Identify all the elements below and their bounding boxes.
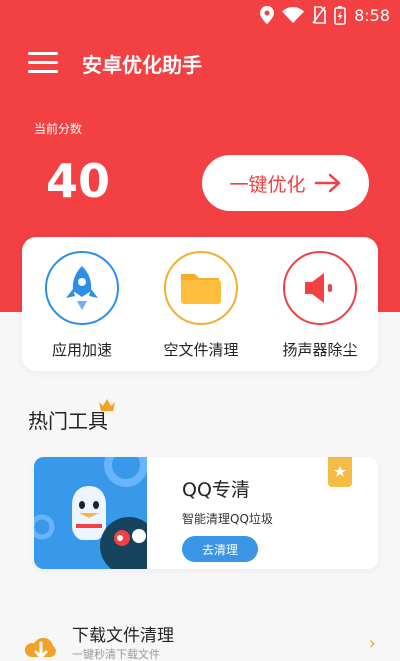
go-clean-button[interactable]: 去清理 xyxy=(182,536,258,562)
qq-clean-illustration xyxy=(34,457,147,569)
download-clean-subtitle: 一键秒清下载文件 xyxy=(72,648,160,661)
hot-tools-title: 热门工具 xyxy=(28,409,108,433)
star-badge-icon xyxy=(328,457,352,487)
download-clean-title: 下载文件清理 xyxy=(72,626,174,646)
status-icons: 8:58 xyxy=(260,5,390,25)
qq-clean-title: QQ专清 xyxy=(182,479,250,501)
score-value: 40 xyxy=(46,154,111,208)
download-clean-row[interactable]: 下载文件清理 一键秒清下载文件 › xyxy=(0,603,400,661)
quick-action-label: 扬声器除尘 xyxy=(282,341,358,359)
crown-icon xyxy=(99,399,115,411)
status-time: 8:58 xyxy=(354,5,390,25)
no-sim-icon xyxy=(312,6,326,24)
quick-action-label: 应用加速 xyxy=(51,341,112,359)
menu-icon[interactable] xyxy=(28,52,58,74)
quick-action-speaker-dust[interactable]: 扬声器除尘 xyxy=(265,251,375,360)
qq-clean-description: 智能清理QQ垃圾 xyxy=(182,512,273,526)
quick-actions-card: 应用加速 空文件清理 扬声器除尘 xyxy=(22,237,378,371)
status-bar: 8:58 xyxy=(0,0,400,32)
location-icon xyxy=(260,6,275,24)
chevron-right-icon: › xyxy=(368,633,376,654)
folder-icon xyxy=(164,251,238,325)
quick-action-label: 空文件清理 xyxy=(163,341,239,359)
score-label: 当前分数 xyxy=(34,122,83,136)
quick-action-empty-file-clean[interactable]: 空文件清理 xyxy=(146,251,256,360)
battery-charging-icon xyxy=(334,6,346,25)
optimize-button-label: 一键优化 xyxy=(229,173,306,196)
arrow-right-icon xyxy=(314,173,340,193)
quick-action-app-boost[interactable]: 应用加速 xyxy=(27,251,137,360)
download-cloud-icon xyxy=(24,631,58,661)
wifi-icon xyxy=(282,7,305,23)
speaker-icon xyxy=(283,251,357,325)
app-title: 安卓优化助手 xyxy=(82,53,202,77)
optimize-button[interactable]: 一键优化 xyxy=(202,155,369,211)
qq-clean-card[interactable]: QQ专清 智能清理QQ垃圾 去清理 xyxy=(34,457,378,569)
rocket-icon xyxy=(45,251,119,325)
